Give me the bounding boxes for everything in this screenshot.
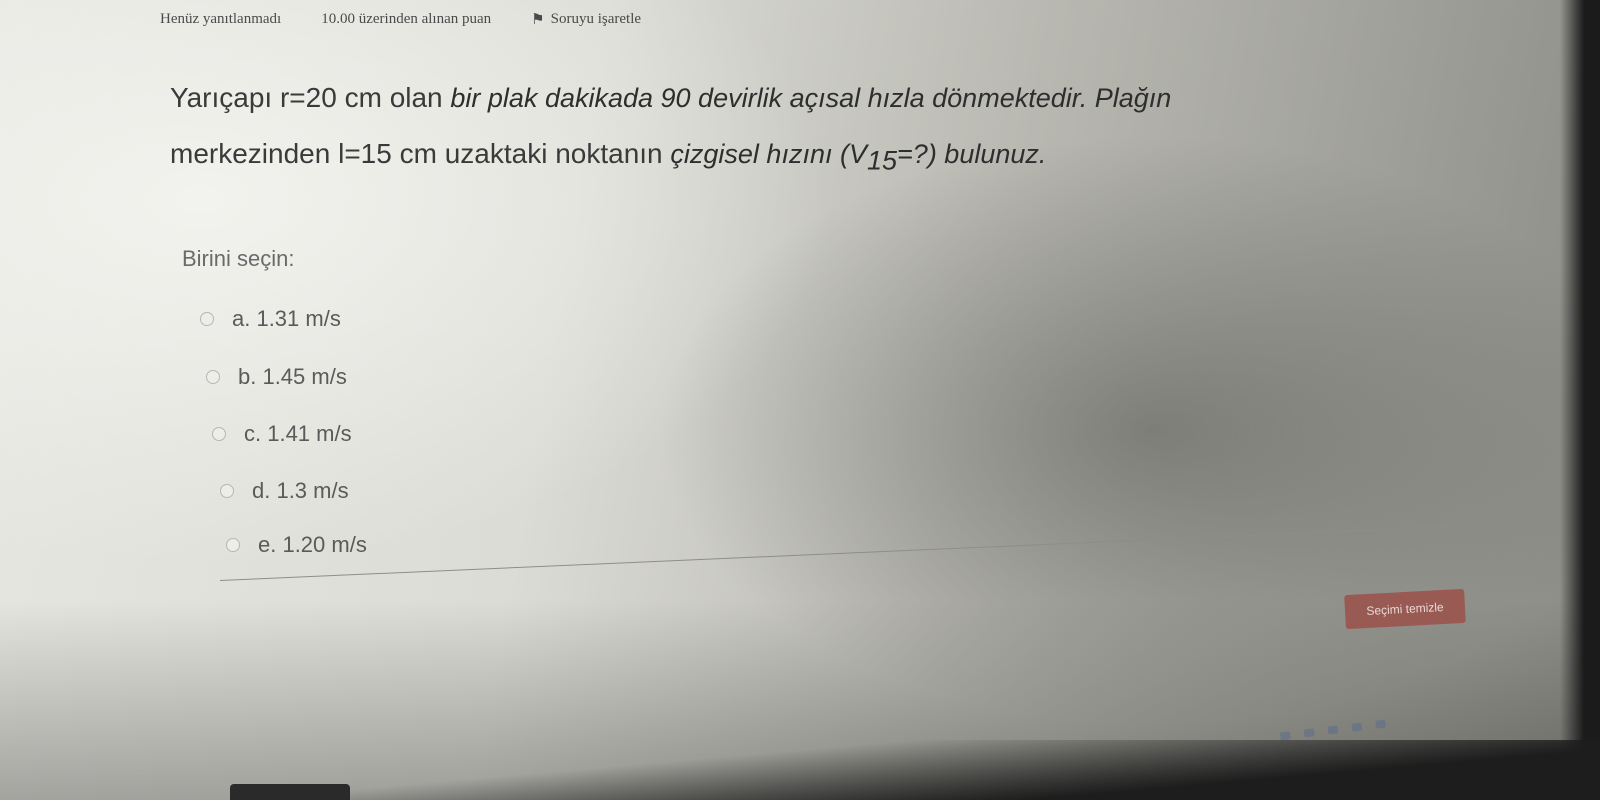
question-part: çizgisel hızını (V <box>670 139 867 169</box>
radio-button[interactable] <box>206 370 220 384</box>
tray-icon[interactable] <box>1351 722 1363 732</box>
radio-button[interactable] <box>212 427 226 441</box>
max-score: 10.00 üzerinden alınan puan <box>321 11 492 27</box>
answer-option-b[interactable]: b. 1.45 m/s <box>206 364 347 390</box>
question-part: l=15 cm <box>338 138 437 169</box>
tray-icon[interactable] <box>1327 725 1339 735</box>
tray-icon[interactable] <box>1303 728 1315 738</box>
answer-option-label: e. 1.20 m/s <box>258 532 367 557</box>
answer-option-e[interactable]: e. 1.20 m/s <box>226 532 367 558</box>
radio-button[interactable] <box>226 538 240 552</box>
answer-option-label: a. 1.31 m/s <box>232 306 341 331</box>
answer-option-label: c. 1.41 m/s <box>244 421 352 446</box>
radio-button[interactable] <box>200 312 214 326</box>
radio-button[interactable] <box>220 484 234 498</box>
question-part: Yarıçapı <box>170 82 273 113</box>
question-part: =?) bulunuz. <box>897 139 1047 169</box>
question-text: Yarıçapı r=20 cm olan bir plak dakikada … <box>170 70 1510 189</box>
small-marker-icon: ◦ <box>1458 488 1463 502</box>
answer-option-d[interactable]: d. 1.3 m/s <box>220 478 349 504</box>
flag-question-link[interactable]: ⚑ Soruyu işaretle <box>531 10 641 29</box>
answer-option-c[interactable]: c. 1.41 m/s <box>212 421 352 447</box>
tray-icon[interactable] <box>1375 719 1387 729</box>
choose-one-prompt: Birini seçin: <box>182 246 295 271</box>
flag-question-label: Soruyu işaretle <box>550 11 642 27</box>
answer-status: Henüz yanıtlanmadı <box>160 11 282 27</box>
answer-option-label: b. 1.45 m/s <box>238 364 347 389</box>
monitor-bezel-right <box>1560 0 1600 800</box>
answer-option-a[interactable]: a. 1.31 m/s <box>200 306 341 332</box>
question-part: bir plak dakikada 90 devirlik açısal hız… <box>450 83 1172 113</box>
question-part: r=20 cm olan <box>279 82 451 113</box>
question-part: uzaktaki noktanın <box>436 138 671 169</box>
clear-selection-button[interactable]: Seçimi temizle <box>1344 588 1466 630</box>
question-info-bar: Henüz yanıtlanmadı 10.00 üzerinden alına… <box>160 10 641 29</box>
flag-icon: ⚑ <box>531 12 545 28</box>
bezel-sticker <box>230 784 350 800</box>
question-subscript: 15 <box>866 145 898 176</box>
answer-option-label: d. 1.3 m/s <box>252 478 349 503</box>
question-part: merkezinden <box>170 138 339 169</box>
